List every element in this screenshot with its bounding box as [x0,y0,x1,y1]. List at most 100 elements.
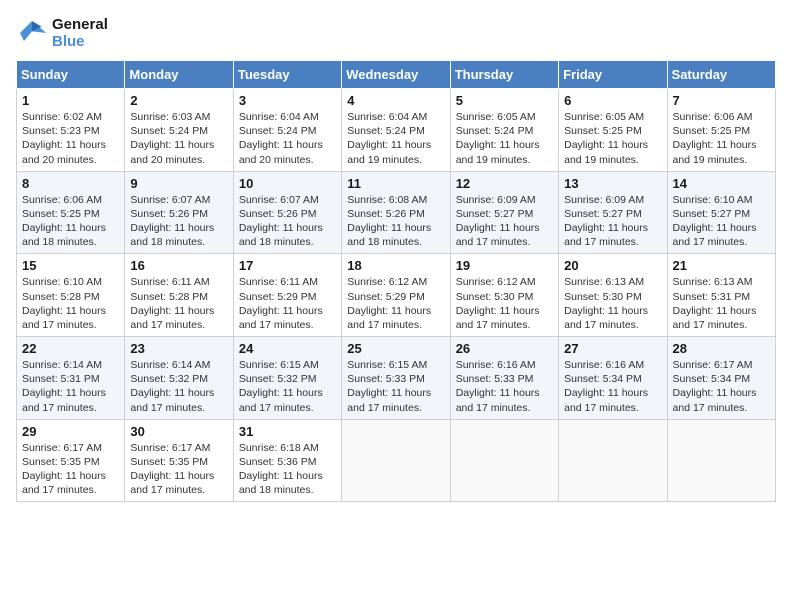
calendar-week-4: 22 Sunrise: 6:14 AM Sunset: 5:31 PM Dayli… [17,337,776,420]
day-info: Sunrise: 6:13 AM Sunset: 5:31 PM Dayligh… [673,275,770,332]
day-info: Sunrise: 6:16 AM Sunset: 5:33 PM Dayligh… [456,358,553,415]
logo: General Blue [16,16,108,50]
day-number: 25 [347,341,444,356]
calendar-cell: 1Sunrise: 6:02 AM Sunset: 5:23 PM Daylig… [17,89,125,172]
calendar-cell: 8 Sunrise: 6:06 AM Sunset: 5:25 PM Daylig… [17,171,125,254]
calendar-cell: 13 Sunrise: 6:09 AM Sunset: 5:27 PM Dayli… [559,171,667,254]
calendar-cell: 23 Sunrise: 6:14 AM Sunset: 5:32 PM Dayli… [125,337,233,420]
calendar-table: SundayMondayTuesdayWednesdayThursdayFrid… [16,60,776,502]
day-info: Sunrise: 6:11 AM Sunset: 5:29 PM Dayligh… [239,275,336,332]
day-info: Sunrise: 6:02 AM Sunset: 5:23 PM Dayligh… [22,110,119,167]
day-info: Sunrise: 6:11 AM Sunset: 5:28 PM Dayligh… [130,275,227,332]
day-info: Sunrise: 6:04 AM Sunset: 5:24 PM Dayligh… [239,110,336,167]
day-info: Sunrise: 6:07 AM Sunset: 5:26 PM Dayligh… [239,193,336,250]
day-info: Sunrise: 6:04 AM Sunset: 5:24 PM Dayligh… [347,110,444,167]
day-number: 18 [347,258,444,273]
calendar-cell: 9Sunrise: 6:07 AM Sunset: 5:26 PM Daylig… [125,171,233,254]
calendar-cell [559,419,667,502]
calendar-weekday-wednesday: Wednesday [342,61,450,89]
day-number: 24 [239,341,336,356]
calendar-week-5: 29 Sunrise: 6:17 AM Sunset: 5:35 PM Dayli… [17,419,776,502]
day-number: 12 [456,176,553,191]
calendar-cell: 21Sunrise: 6:13 AM Sunset: 5:31 PM Dayli… [667,254,775,337]
calendar-cell: 14Sunrise: 6:10 AM Sunset: 5:27 PM Dayli… [667,171,775,254]
day-info: Sunrise: 6:15 AM Sunset: 5:33 PM Dayligh… [347,358,444,415]
calendar-cell: 31 Sunrise: 6:18 AM Sunset: 5:36 PM Dayli… [233,419,341,502]
day-number: 7 [673,93,770,108]
day-number: 23 [130,341,227,356]
calendar-cell: 2Sunrise: 6:03 AM Sunset: 5:24 PM Daylig… [125,89,233,172]
day-number: 30 [130,424,227,439]
calendar-cell: 10 Sunrise: 6:07 AM Sunset: 5:26 PM Dayli… [233,171,341,254]
day-info: Sunrise: 6:17 AM Sunset: 5:34 PM Dayligh… [673,358,770,415]
day-number: 20 [564,258,661,273]
calendar-cell: 26 Sunrise: 6:16 AM Sunset: 5:33 PM Dayli… [450,337,558,420]
day-number: 13 [564,176,661,191]
day-info: Sunrise: 6:08 AM Sunset: 5:26 PM Dayligh… [347,193,444,250]
calendar-cell: 24 Sunrise: 6:15 AM Sunset: 5:32 PM Dayli… [233,337,341,420]
day-number: 2 [130,93,227,108]
calendar-weekday-tuesday: Tuesday [233,61,341,89]
calendar-weekday-sunday: Sunday [17,61,125,89]
day-number: 15 [22,258,119,273]
day-info: Sunrise: 6:05 AM Sunset: 5:24 PM Dayligh… [456,110,553,167]
day-number: 31 [239,424,336,439]
day-number: 3 [239,93,336,108]
day-number: 26 [456,341,553,356]
calendar-cell [342,419,450,502]
day-info: Sunrise: 6:06 AM Sunset: 5:25 PM Dayligh… [22,193,119,250]
calendar-cell: 4 Sunrise: 6:04 AM Sunset: 5:24 PM Daylig… [342,89,450,172]
day-info: Sunrise: 6:09 AM Sunset: 5:27 PM Dayligh… [456,193,553,250]
day-number: 27 [564,341,661,356]
calendar-cell: 22 Sunrise: 6:14 AM Sunset: 5:31 PM Dayli… [17,337,125,420]
calendar-weekday-friday: Friday [559,61,667,89]
calendar-cell: 19Sunrise: 6:12 AM Sunset: 5:30 PM Dayli… [450,254,558,337]
day-number: 8 [22,176,119,191]
calendar-cell: 20 Sunrise: 6:13 AM Sunset: 5:30 PM Dayli… [559,254,667,337]
day-info: Sunrise: 6:09 AM Sunset: 5:27 PM Dayligh… [564,193,661,250]
page-header: General Blue [16,16,776,50]
day-info: Sunrise: 6:15 AM Sunset: 5:32 PM Dayligh… [239,358,336,415]
calendar-cell: 18Sunrise: 6:12 AM Sunset: 5:29 PM Dayli… [342,254,450,337]
calendar-cell: 16 Sunrise: 6:11 AM Sunset: 5:28 PM Dayli… [125,254,233,337]
day-number: 4 [347,93,444,108]
calendar-cell: 5 Sunrise: 6:05 AM Sunset: 5:24 PM Daylig… [450,89,558,172]
calendar-week-2: 8 Sunrise: 6:06 AM Sunset: 5:25 PM Daylig… [17,171,776,254]
calendar-cell: 30 Sunrise: 6:17 AM Sunset: 5:35 PM Dayli… [125,419,233,502]
calendar-weekday-saturday: Saturday [667,61,775,89]
calendar-cell: 12 Sunrise: 6:09 AM Sunset: 5:27 PM Dayli… [450,171,558,254]
calendar-cell: 7 Sunrise: 6:06 AM Sunset: 5:25 PM Daylig… [667,89,775,172]
calendar-body: 1Sunrise: 6:02 AM Sunset: 5:23 PM Daylig… [17,89,776,502]
day-info: Sunrise: 6:10 AM Sunset: 5:28 PM Dayligh… [22,275,119,332]
day-info: Sunrise: 6:13 AM Sunset: 5:30 PM Dayligh… [564,275,661,332]
calendar-cell: 3 Sunrise: 6:04 AM Sunset: 5:24 PM Daylig… [233,89,341,172]
calendar-cell: 28 Sunrise: 6:17 AM Sunset: 5:34 PM Dayli… [667,337,775,420]
day-info: Sunrise: 6:05 AM Sunset: 5:25 PM Dayligh… [564,110,661,167]
calendar-cell: 15 Sunrise: 6:10 AM Sunset: 5:28 PM Dayli… [17,254,125,337]
day-number: 5 [456,93,553,108]
day-number: 6 [564,93,661,108]
day-info: Sunrise: 6:17 AM Sunset: 5:35 PM Dayligh… [130,441,227,498]
calendar-cell: 17 Sunrise: 6:11 AM Sunset: 5:29 PM Dayli… [233,254,341,337]
calendar-cell [450,419,558,502]
calendar-week-3: 15 Sunrise: 6:10 AM Sunset: 5:28 PM Dayli… [17,254,776,337]
day-number: 10 [239,176,336,191]
day-number: 14 [673,176,770,191]
day-number: 22 [22,341,119,356]
day-number: 16 [130,258,227,273]
day-info: Sunrise: 6:14 AM Sunset: 5:31 PM Dayligh… [22,358,119,415]
calendar-week-1: 1Sunrise: 6:02 AM Sunset: 5:23 PM Daylig… [17,89,776,172]
day-number: 17 [239,258,336,273]
day-info: Sunrise: 6:16 AM Sunset: 5:34 PM Dayligh… [564,358,661,415]
calendar-cell: 11Sunrise: 6:08 AM Sunset: 5:26 PM Dayli… [342,171,450,254]
day-number: 28 [673,341,770,356]
day-number: 29 [22,424,119,439]
day-info: Sunrise: 6:17 AM Sunset: 5:35 PM Dayligh… [22,441,119,498]
day-info: Sunrise: 6:14 AM Sunset: 5:32 PM Dayligh… [130,358,227,415]
calendar-cell: 25 Sunrise: 6:15 AM Sunset: 5:33 PM Dayli… [342,337,450,420]
day-number: 19 [456,258,553,273]
day-info: Sunrise: 6:18 AM Sunset: 5:36 PM Dayligh… [239,441,336,498]
calendar-header: SundayMondayTuesdayWednesdayThursdayFrid… [17,61,776,89]
logo-icon [16,17,48,49]
day-info: Sunrise: 6:06 AM Sunset: 5:25 PM Dayligh… [673,110,770,167]
